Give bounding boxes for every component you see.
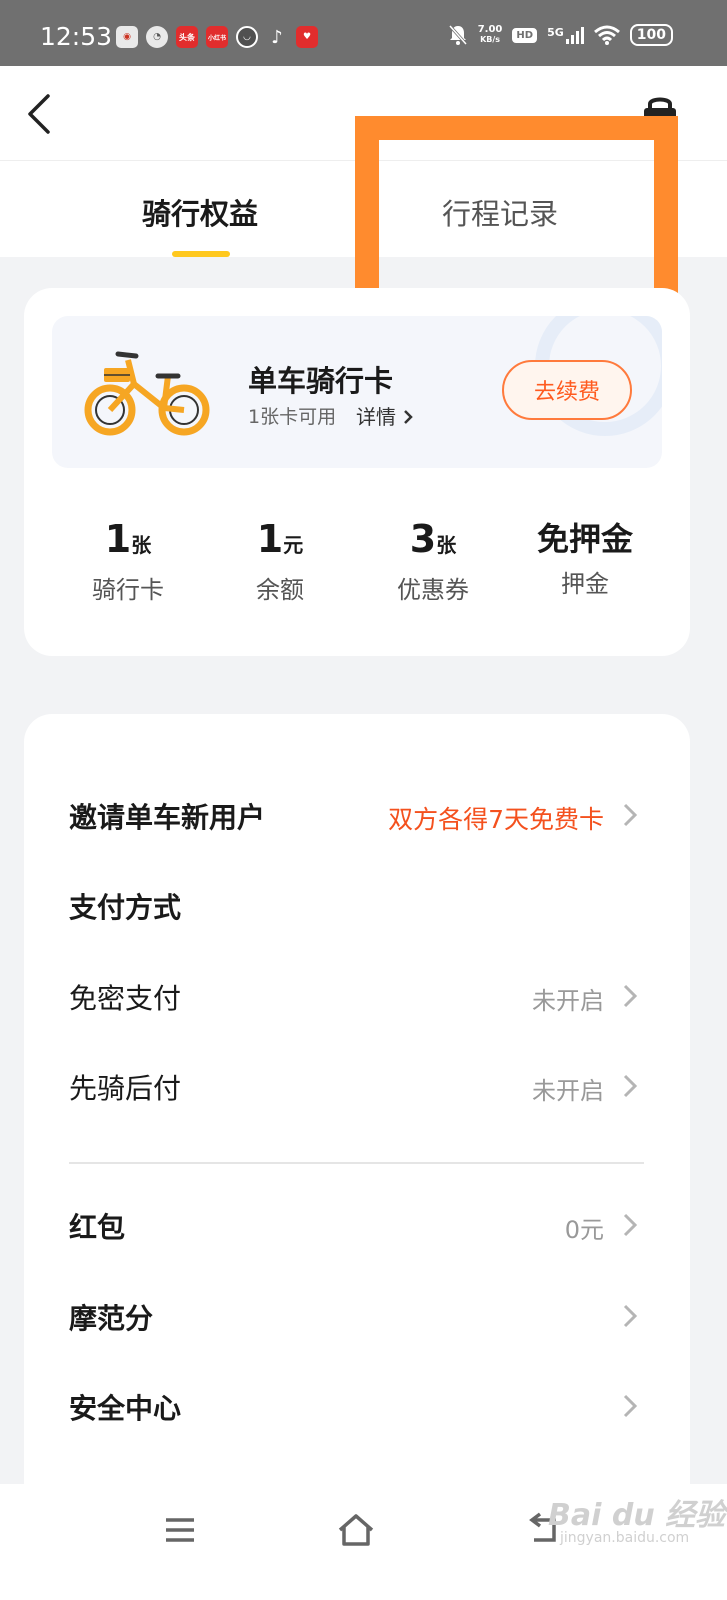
notification-app-icons: ◉ ◔ 头条 小红书 ◡ ♪ ♥ (116, 26, 318, 48)
net-speed: 7.00 KB/s (478, 25, 503, 45)
payment-section-title: 支付方式 (69, 891, 182, 924)
bicycle-icon (84, 351, 210, 436)
payment-section-header: 支付方式 (69, 876, 644, 936)
safety-center-row[interactable]: 安全中心 (69, 1377, 644, 1437)
weibo-icon: ◉ (116, 26, 138, 48)
status-time: 12:53 (40, 22, 113, 51)
ride-first-pay-row[interactable]: 先骑后付 未开启 (69, 1057, 644, 1117)
stat-unit: 张 (131, 533, 152, 557)
active-tab-indicator (172, 251, 230, 257)
stat-ride-cards[interactable]: 1张 骑行卡 (48, 516, 208, 605)
stat-label: 余额 (256, 576, 304, 604)
invite-label: 邀请单车新用户 (69, 801, 266, 834)
menu-icon[interactable] (158, 1508, 202, 1552)
chevron-right-icon (623, 1213, 638, 1237)
detail-link-label: 详情 (356, 405, 396, 429)
stat-value: 免押金 (536, 520, 633, 558)
stat-label: 押金 (561, 570, 609, 598)
stat-label: 优惠券 (397, 576, 469, 604)
stat-label: 骑行卡 (92, 576, 164, 604)
chevron-right-icon (623, 803, 638, 827)
tiktok-icon: ♪ (271, 26, 283, 48)
stat-value: 1 (256, 517, 284, 561)
stat-value: 3 (409, 517, 437, 561)
net-speed-value: 7.00 (477, 24, 503, 35)
renew-button[interactable]: 去续费 (502, 360, 632, 420)
mute-bell-icon (448, 25, 467, 45)
invite-row[interactable]: 邀请单车新用户 双方各得7天免费卡 (69, 786, 644, 846)
speedometer-icon: ◔ (146, 26, 168, 48)
chevron-right-icon (623, 1394, 638, 1418)
back-arrow-icon[interactable] (26, 92, 56, 136)
stats-row: 1张 骑行卡 1元 余额 3张 优惠券 免押金 押金 (24, 516, 690, 616)
red-packet-amount: 0元 (564, 1216, 604, 1244)
hd-badge: HD (512, 27, 538, 43)
stat-value: 1 (104, 517, 132, 561)
mobike-score-row[interactable]: 摩范分 (69, 1287, 644, 1347)
chevron-right-icon (404, 410, 414, 424)
invite-reward: 双方各得7天免费卡 (388, 805, 604, 834)
wifi-icon (593, 25, 620, 45)
xiaohongshu-icon: 小红书 (206, 26, 228, 48)
password-free-pay-status: 未开启 (532, 987, 604, 1015)
red-packet-row[interactable]: 红包 0元 (69, 1196, 644, 1256)
stat-coupons[interactable]: 3张 优惠券 (353, 516, 513, 605)
stat-deposit[interactable]: 免押金 押金 (505, 516, 665, 599)
toutiao-icon: 头条 (176, 26, 198, 48)
battery-indicator: 100 (629, 24, 673, 46)
section-divider (69, 1162, 644, 1164)
baidu-watermark: Bai du 经验 (548, 1498, 726, 1533)
net-speed-unit: KB/s (480, 35, 501, 44)
chevron-right-icon (623, 984, 638, 1008)
ride-card-panel[interactable]: 单车骑行卡 1张卡可用 详情 去续费 (52, 316, 662, 468)
password-free-pay-row[interactable]: 免密支付 未开启 (69, 967, 644, 1027)
stat-unit: 张 (436, 533, 457, 557)
ride-card-title: 单车骑行卡 (248, 364, 394, 398)
menu-card: 邀请单车新用户 双方各得7天免费卡 支付方式 免密支付 未开启 先骑后付 未开启… (24, 714, 690, 1600)
ride-card-count: 1张卡可用 (248, 406, 337, 428)
safety-center-label: 安全中心 (69, 1392, 182, 1425)
red-packet-label: 红包 (69, 1211, 126, 1244)
heart-app-icon: ♥ (296, 26, 318, 48)
cat-app-icon: ◡ (236, 26, 258, 48)
baidu-watermark-url: jingyan.baidu.com (560, 1530, 690, 1546)
ride-first-pay-label: 先骑后付 (69, 1072, 182, 1105)
status-bar: 12:53 ◉ ◔ 头条 小红书 ◡ ♪ ♥ 7.00 KB/s HD 5G 1… (0, 0, 727, 66)
network-type: 5G (547, 26, 564, 39)
cellular-signal: 5G (547, 26, 584, 44)
ride-first-pay-status: 未开启 (532, 1077, 604, 1105)
riding-benefits-card: 单车骑行卡 1张卡可用 详情 去续费 1张 骑行卡 1元 余额 3张 优惠券 免… (24, 288, 690, 656)
tab-riding-rights[interactable]: 骑行权益 (142, 191, 258, 233)
mobike-score-label: 摩范分 (69, 1302, 154, 1335)
chevron-right-icon (623, 1304, 638, 1328)
stat-balance[interactable]: 1元 余额 (200, 516, 360, 605)
signal-bars-icon (565, 26, 584, 44)
stat-unit: 元 (283, 533, 304, 557)
ride-card-detail-link[interactable]: 详情 (356, 401, 414, 430)
home-icon[interactable] (334, 1508, 378, 1552)
system-icons: 7.00 KB/s HD 5G 100 (448, 24, 673, 46)
chevron-right-icon (623, 1074, 638, 1098)
highlight-annotation-box (355, 116, 678, 312)
password-free-pay-label: 免密支付 (69, 982, 182, 1015)
